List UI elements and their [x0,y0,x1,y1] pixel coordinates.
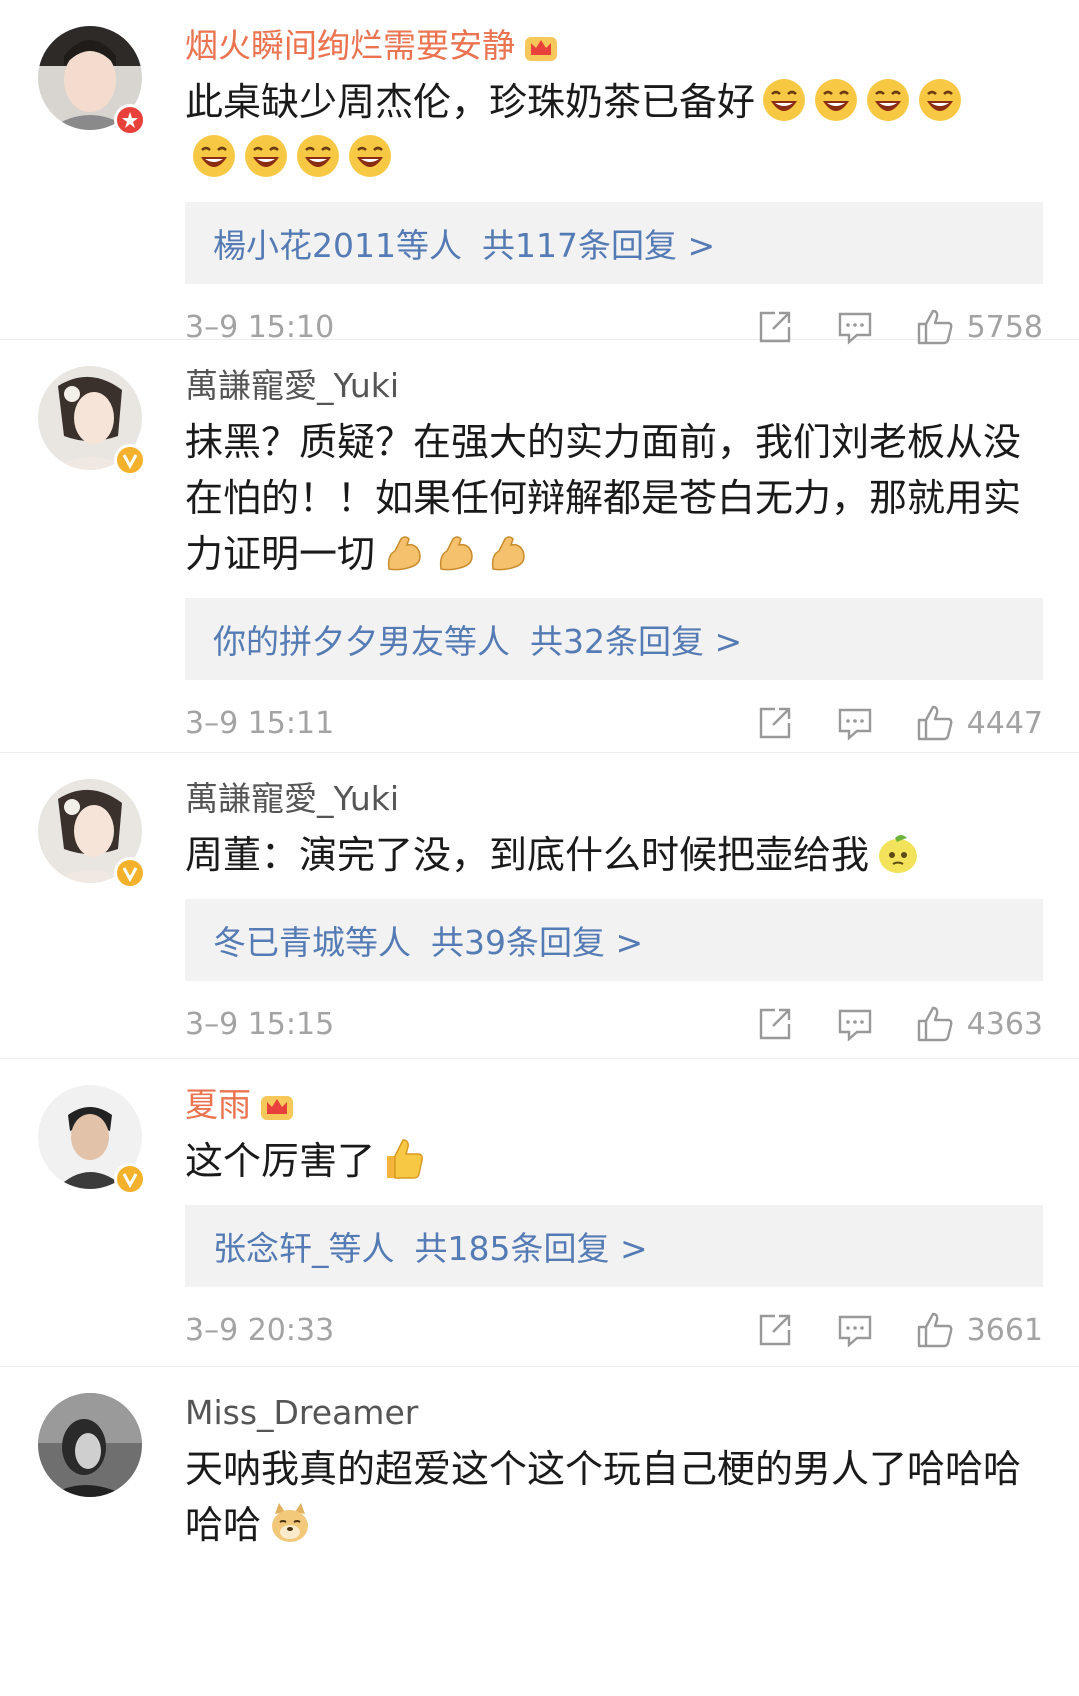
comment-item: 萬謙寵愛_Yuki 抹黑？质疑？在强大的实力面前，我们刘老板从没在怕的！！如果任… [0,340,1079,753]
laughing-emoji-icon [193,135,235,177]
comment-text: 周董：演完了没，到底什么时候把壶给我 [185,827,1043,883]
lemon-emoji-icon [879,835,918,873]
reply-users[interactable]: 张念轩_等人 [213,1222,395,1270]
username[interactable]: 萬謙寵愛_Yuki [185,364,1043,408]
laughing-emoji-icon [245,135,287,177]
username-text[interactable]: 夏雨 [185,1083,251,1127]
comment-icon [838,708,871,741]
verified-badge-icon [114,857,146,889]
username-text[interactable]: 萬謙寵愛_Yuki [185,777,399,821]
reply-users[interactable]: 你的拼夕夕男友等人 [213,615,510,663]
username[interactable]: 夏雨 [185,1083,1043,1127]
username[interactable]: 烟火瞬间绚烂需要安静 [185,24,1043,68]
verified-badge-icon [114,1163,146,1195]
muscle-emoji-icon [439,536,473,571]
share-button[interactable] [755,1310,795,1350]
avatar[interactable] [38,366,146,476]
comment-text: 这个厉害了 [185,1133,1043,1189]
timestamp: 3–9 20:33 [185,1312,335,1348]
reply-button[interactable] [835,1004,875,1044]
like-count: 3661 [966,1312,1043,1348]
crown-icon [525,37,557,61]
doge-emoji-icon [272,1503,309,1542]
reply-count[interactable]: 共117条回复 > [482,219,715,267]
comment-icon [838,1009,871,1042]
comment-body: 这个厉害了 [185,1139,376,1183]
reply-button[interactable] [835,1310,875,1350]
avatar[interactable] [38,1085,146,1195]
comment-body: 此桌缺少周杰伦，珍珠奶茶已备好 [185,80,756,124]
verified-badge-icon [114,444,146,476]
like-button[interactable]: 3661 [915,1310,1043,1350]
comment-body: 抹黑？质疑？在强大的实力面前，我们刘老板从没在怕的！！如果任何辩解都是苍白无力，… [185,420,1022,576]
verified-badge-icon [114,104,146,136]
laughing-emoji-icon [763,79,806,121]
laughing-emoji-icon [815,79,858,121]
reply-count[interactable]: 共39条回复 > [431,916,643,964]
reply-button[interactable] [835,703,875,743]
avatar-image [38,1393,142,1497]
comment-icon [838,1315,871,1348]
share-icon [759,1314,790,1346]
thumbs-up-icon [917,1006,953,1042]
comment-item: 夏雨 这个厉害了 张念轩_等人 共185条回复 > 3–9 20:33 3661 [0,1059,1079,1367]
comment-feed: 烟火瞬间绚烂需要安静 此桌缺少周杰伦，珍珠奶茶已备好 楊小花2011等人 共11… [0,0,1079,1696]
comment-meta: 3–9 15:15 4363 [185,981,1043,1067]
thumbs-up-emoji-icon [387,1139,423,1179]
username-text[interactable]: 烟火瞬间绚烂需要安静 [185,24,515,68]
avatar[interactable] [38,26,146,136]
laughing-emoji-icon [297,135,339,177]
reply-count[interactable]: 共185条回复 > [415,1222,648,1270]
reply-summary[interactable]: 你的拼夕夕男友等人 共32条回复 > [185,598,1043,680]
thumbs-up-icon [917,1312,953,1348]
comment-item: 萬謙寵愛_Yuki 周董：演完了没，到底什么时候把壶给我 冬已青城等人 共39条… [0,753,1079,1059]
muscle-emoji-icon [491,536,525,571]
comment-text: 此桌缺少周杰伦，珍珠奶茶已备好 [185,74,1043,186]
avatar[interactable] [38,1393,142,1497]
reply-summary[interactable]: 冬已青城等人 共39条回复 > [185,899,1043,981]
comment-body: 周董：演完了没，到底什么时候把壶给我 [185,833,870,877]
share-icon [759,707,790,739]
comment-text: 天呐我真的超爱这个这个玩自己梗的男人了哈哈哈哈哈 [185,1441,1043,1553]
thumbs-up-icon [917,705,953,741]
username[interactable]: Miss_Dreamer [185,1391,1043,1435]
reply-users[interactable]: 冬已青城等人 [213,916,411,964]
username[interactable]: 萬謙寵愛_Yuki [185,777,1043,821]
comment-meta: 3–9 20:33 3661 [185,1287,1043,1373]
avatar[interactable] [38,779,146,889]
laughing-emoji-icon [349,135,391,177]
laughing-emoji-icon [919,79,962,121]
username-text[interactable]: 萬謙寵愛_Yuki [185,364,399,408]
reply-users[interactable]: 楊小花2011等人 [213,219,462,267]
like-count: 4447 [966,705,1043,741]
muscle-emoji-icon [387,536,421,571]
comment-item: 烟火瞬间绚烂需要安静 此桌缺少周杰伦，珍珠奶茶已备好 楊小花2011等人 共11… [0,0,1079,345]
laughing-emoji-icon [867,79,910,121]
reply-count[interactable]: 共32条回复 > [530,615,742,663]
crown-icon [261,1096,293,1120]
like-count: 4363 [966,1006,1043,1042]
share-icon [759,1008,790,1040]
share-button[interactable] [755,1004,795,1044]
comment-item: Miss_Dreamer 天呐我真的超爱这个这个玩自己梗的男人了哈哈哈哈哈 [0,1367,1079,1696]
username-text[interactable]: Miss_Dreamer [185,1391,418,1435]
like-button[interactable]: 4447 [915,703,1043,743]
comment-text: 抹黑？质疑？在强大的实力面前，我们刘老板从没在怕的！！如果任何辩解都是苍白无力，… [185,414,1043,582]
reply-summary[interactable]: 张念轩_等人 共185条回复 > [185,1205,1043,1287]
timestamp: 3–9 15:11 [185,705,335,741]
reply-summary[interactable]: 楊小花2011等人 共117条回复 > [185,202,1043,284]
share-button[interactable] [755,703,795,743]
like-button[interactable]: 4363 [915,1004,1043,1044]
timestamp: 3–9 15:15 [185,1006,335,1042]
